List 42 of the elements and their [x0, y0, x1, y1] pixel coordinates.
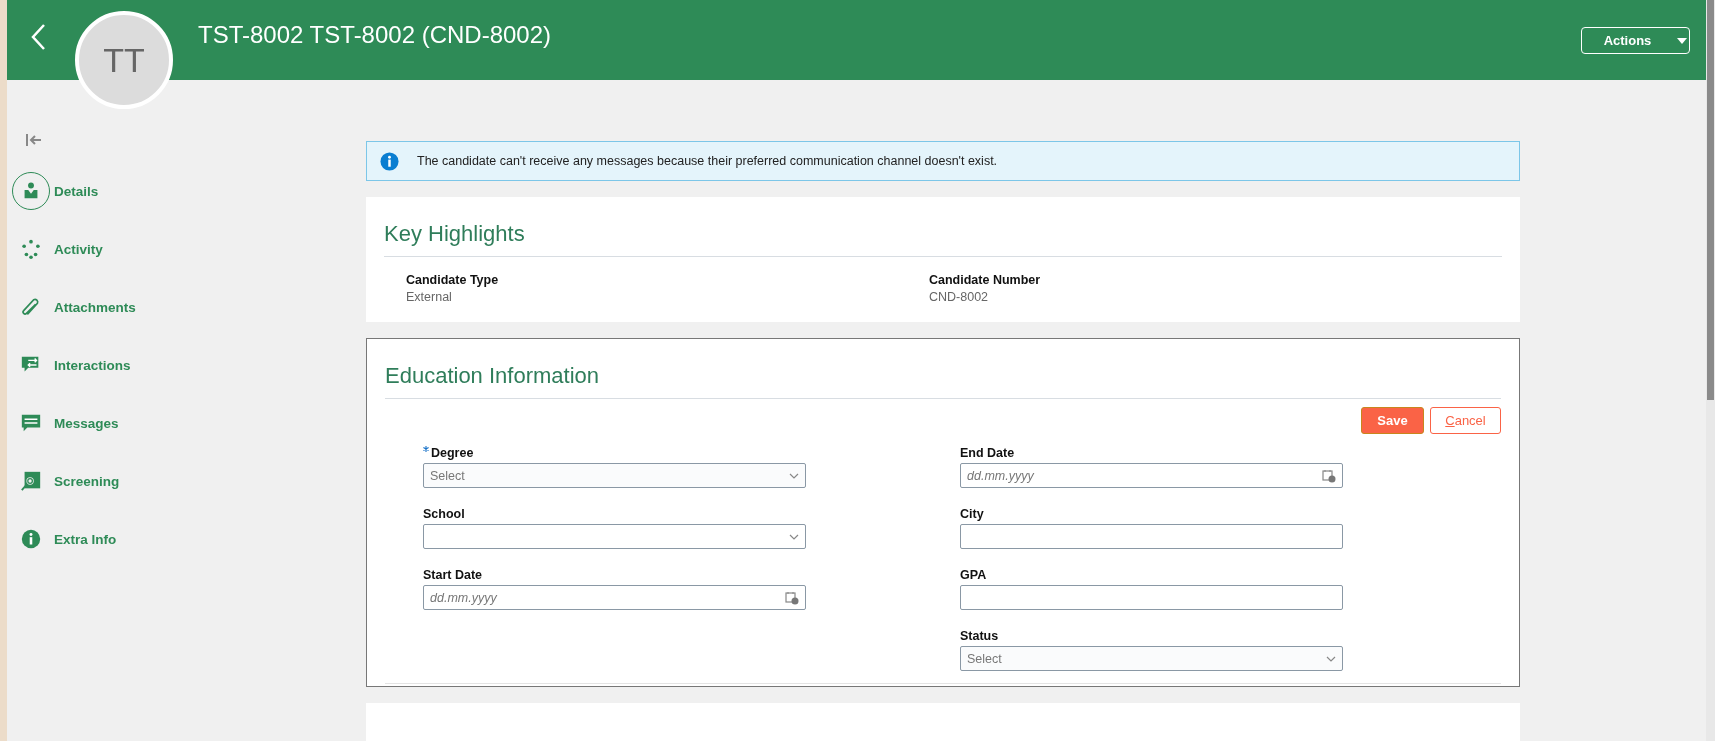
calendar-icon	[1322, 468, 1336, 483]
input-field[interactable]	[960, 524, 1343, 550]
field-label: Status	[960, 629, 999, 644]
scrollbar-thumb[interactable]	[1707, 0, 1714, 400]
input-field[interactable]	[960, 585, 1343, 611]
save-button[interactable]: Save	[1361, 407, 1424, 435]
sidebar-item[interactable]: Interactions	[54, 357, 131, 373]
sidebar-item[interactable]: Messages	[54, 415, 119, 431]
sidebar-item[interactable]: Attachments	[54, 299, 136, 315]
sidebar-item[interactable]: Details	[54, 183, 99, 199]
date-field[interactable]: dd.mm.yyyy	[423, 585, 806, 611]
caret-icon	[1677, 37, 1688, 44]
select-field[interactable]	[423, 524, 806, 550]
field-label: End Date	[960, 446, 1015, 461]
field-label: School	[423, 507, 465, 522]
chevron-down-icon	[789, 533, 799, 540]
field-value: CND-8002	[929, 290, 990, 305]
banner-text: The candidate can't receive any messages because their preferred communication channel doesn't exist.	[417, 154, 998, 169]
field-label: Degree	[431, 446, 474, 461]
sidebar-item[interactable]: Screening	[54, 473, 120, 489]
field-label: City	[960, 507, 984, 522]
sidebar-item[interactable]: Extra Info	[54, 531, 117, 547]
calendar-icon	[785, 590, 799, 605]
select-field[interactable]: Select	[423, 463, 806, 489]
page-title: TST-8002 TST-8002 (CND-8002)	[198, 21, 553, 49]
collapse-icon[interactable]	[25, 133, 43, 147]
field-label: Start Date	[423, 568, 483, 583]
field-value: External	[406, 290, 453, 305]
scrollbar[interactable]	[1706, 0, 1715, 741]
field-label: Candidate Number	[929, 273, 1042, 288]
chevron-down-icon	[1326, 655, 1336, 662]
section-title: Education Information	[385, 339, 1501, 400]
field-label: GPA	[960, 568, 987, 583]
cancel-button[interactable]: Cancel	[1430, 407, 1501, 435]
chevron-down-icon	[789, 472, 799, 479]
info-icon	[380, 151, 399, 171]
sidebar-item[interactable]: Activity	[54, 241, 103, 257]
section-title: Key Highlights	[384, 197, 1502, 258]
select-field[interactable]: Select	[960, 646, 1343, 672]
field-label: Candidate Type	[406, 273, 500, 288]
date-field[interactable]: dd.mm.yyyy	[960, 463, 1343, 489]
actions-button[interactable]: Actions	[1581, 27, 1690, 54]
